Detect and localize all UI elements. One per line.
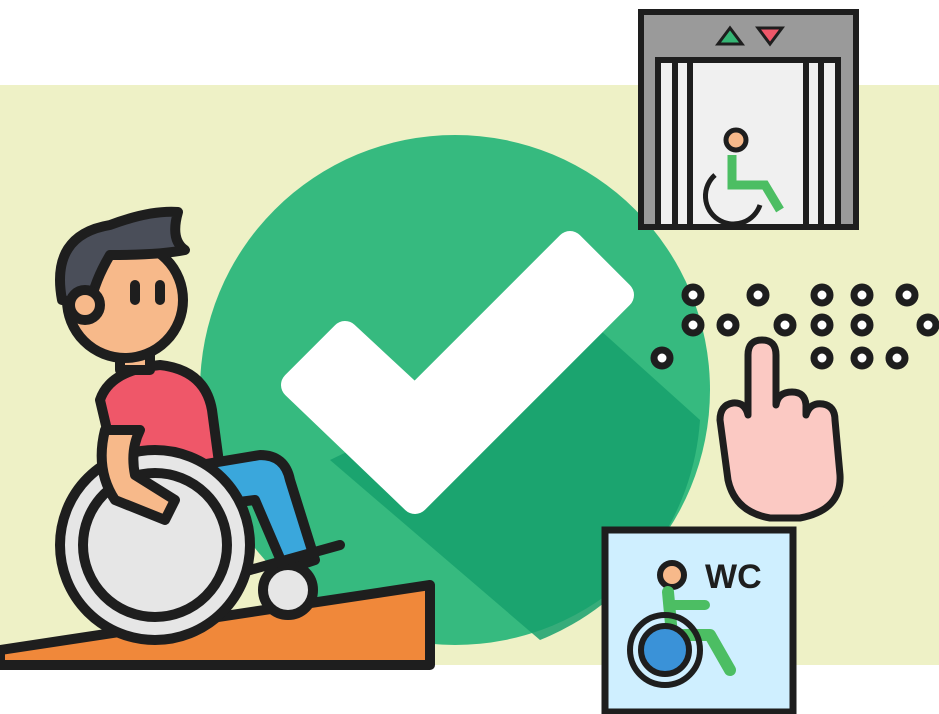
bottom-strip xyxy=(0,665,939,714)
wc-sign-label: WC xyxy=(705,558,762,596)
accessible-restroom-icon: WC xyxy=(601,526,797,714)
accessibility-illustration: WC xyxy=(0,9,939,714)
elevator-icon xyxy=(638,9,859,230)
